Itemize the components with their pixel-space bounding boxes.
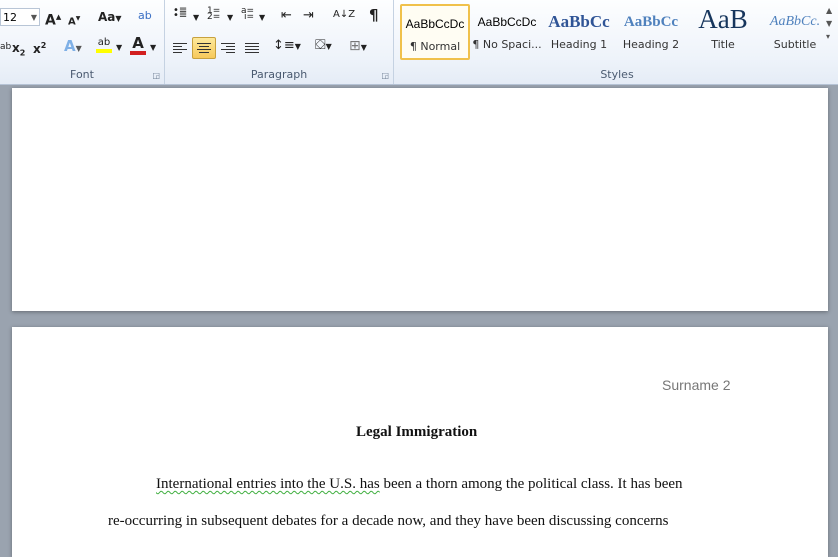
chevron-down-icon[interactable]: ▼: [116, 40, 122, 56]
strikethrough-icon[interactable]: ab: [0, 39, 11, 55]
styles-group-label: Styles: [600, 68, 634, 81]
shrink-font-button[interactable]: A▼: [68, 11, 80, 30]
align-left-icon[interactable]: [171, 39, 189, 57]
font-color-button[interactable]: A: [130, 36, 146, 55]
paragraph-line[interactable]: re-occurring in subsequent debates for a…: [108, 513, 669, 530]
style-subtitle[interactable]: AaBbCc. Subtitle: [760, 4, 830, 60]
superscript-button[interactable]: x2: [33, 38, 46, 57]
change-case-button[interactable]: Aa▼: [98, 9, 122, 27]
text-effects-icon[interactable]: A▼: [64, 38, 82, 57]
subscript-button[interactable]: x2: [12, 40, 25, 61]
chevron-down-icon[interactable]: ▼: [193, 10, 199, 26]
highlight-icon[interactable]: ab: [96, 37, 112, 53]
style-no-spacing[interactable]: AaBbCcDc ¶ No Spaci...: [472, 4, 542, 60]
font-size-value: 12: [3, 11, 17, 24]
dialog-launcher-icon[interactable]: ◲: [381, 71, 389, 80]
gallery-scroll[interactable]: ▲ ▼ ▾: [826, 6, 836, 41]
grammar-error-text[interactable]: International entries into the U.S. has: [156, 476, 380, 492]
font-group: 12 ▼ A▲ A▼ Aa▼ ab ab x2 x2 A▼ ab ▼ A ▼ F…: [0, 0, 165, 84]
chevron-down-icon: ▼: [30, 13, 37, 22]
style-heading-2[interactable]: AaBbCc Heading 2: [616, 4, 686, 60]
more-styles-icon[interactable]: ▾: [826, 32, 836, 41]
grow-font-button[interactable]: A▲: [45, 9, 61, 29]
chevron-down-icon[interactable]: ▼: [150, 40, 156, 56]
sort-button[interactable]: A↓Z: [333, 7, 355, 23]
style-normal[interactable]: AaBbCcDc ¶ Normal: [400, 4, 470, 60]
decrease-indent-icon[interactable]: ⇤: [281, 8, 292, 24]
style-title[interactable]: AaB Title: [688, 4, 758, 60]
shading-icon[interactable]: ⛋▼: [315, 37, 332, 55]
borders-icon[interactable]: ⊞▼: [349, 38, 367, 56]
paragraph-group: •≡ •≡ ▼ 1= 2= ▼ a= i= ▼ ⇤ ⇥ A↓Z ¶ ↕≡▼ ⛋▼ ⊞…: [165, 0, 394, 84]
line-spacing-icon[interactable]: ↕≡▼: [273, 38, 301, 55]
dialog-launcher-icon[interactable]: ◲: [152, 71, 160, 80]
paragraph-text: been a thorn among the political class. …: [379, 476, 683, 492]
page-header-text: Surname 2: [662, 377, 731, 393]
multilevel-list-icon[interactable]: a= i=: [241, 7, 254, 22]
paragraph-line[interactable]: International entries into the U.S. has …: [156, 476, 683, 493]
font-size-combo[interactable]: 12 ▼: [0, 8, 40, 26]
paragraph-group-label: Paragraph: [250, 68, 308, 81]
increase-indent-icon[interactable]: ⇥: [303, 8, 314, 24]
font-group-label: Font: [70, 68, 94, 81]
styles-group: AaBbCcDc ¶ Normal AaBbCcDc ¶ No Spaci...…: [396, 0, 838, 84]
chevron-down-icon[interactable]: ▼: [259, 10, 265, 26]
document-page[interactable]: Surname 2 Legal Immigration Internationa…: [12, 327, 828, 557]
chevron-down-icon[interactable]: ▼: [826, 19, 836, 28]
bullets-icon[interactable]: •≡ •≡: [173, 6, 187, 21]
chevron-up-icon[interactable]: ▲: [826, 6, 836, 15]
chevron-down-icon[interactable]: ▼: [227, 10, 233, 26]
numbering-icon[interactable]: 1= 2=: [207, 7, 220, 22]
style-heading-1[interactable]: AaBbCc Heading 1: [544, 4, 614, 60]
align-center-icon[interactable]: [192, 37, 216, 59]
document-page[interactable]: [12, 88, 828, 311]
ribbon: 12 ▼ A▲ A▼ Aa▼ ab ab x2 x2 A▼ ab ▼ A ▼ F…: [0, 0, 838, 85]
document-title: Legal Immigration: [356, 424, 478, 440]
align-right-icon[interactable]: [219, 39, 237, 57]
clear-formatting-icon[interactable]: ab: [138, 8, 152, 24]
show-formatting-marks-button[interactable]: ¶: [369, 7, 379, 23]
justify-icon[interactable]: [243, 39, 261, 57]
